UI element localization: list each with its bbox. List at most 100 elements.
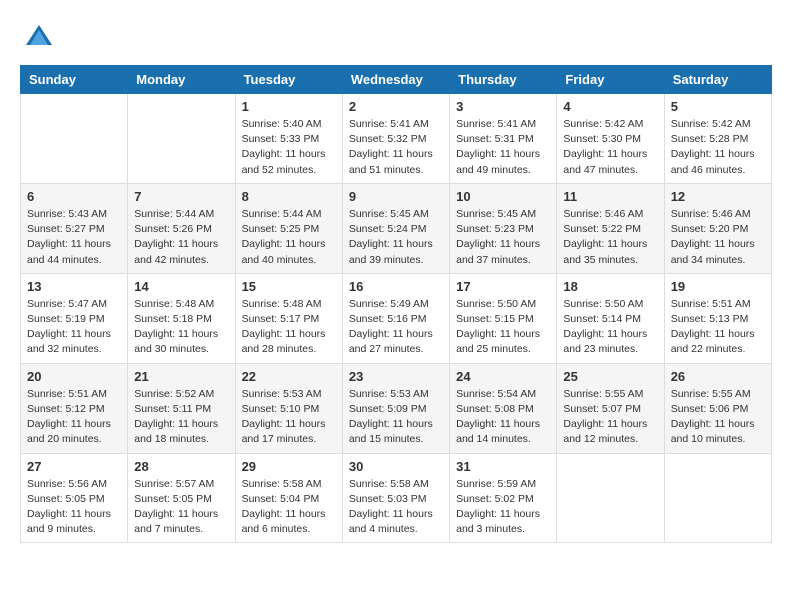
- day-number: 21: [134, 369, 228, 384]
- day-info: Sunrise: 5:55 AM Sunset: 5:07 PM Dayligh…: [563, 387, 657, 448]
- daylight-text: Daylight: 11 hours and 52 minutes.: [242, 148, 326, 175]
- day-number: 14: [134, 279, 228, 294]
- day-number: 29: [242, 459, 336, 474]
- day-number: 9: [349, 189, 443, 204]
- day-info: Sunrise: 5:41 AM Sunset: 5:32 PM Dayligh…: [349, 117, 443, 178]
- day-number: 1: [242, 99, 336, 114]
- sunset-text: Sunset: 5:09 PM: [349, 403, 427, 415]
- day-info: Sunrise: 5:45 AM Sunset: 5:23 PM Dayligh…: [456, 207, 550, 268]
- day-number: 17: [456, 279, 550, 294]
- day-number: 28: [134, 459, 228, 474]
- calendar-week-row: 1 Sunrise: 5:40 AM Sunset: 5:33 PM Dayli…: [21, 94, 772, 184]
- daylight-text: Daylight: 11 hours and 42 minutes.: [134, 238, 218, 265]
- day-number: 3: [456, 99, 550, 114]
- calendar-cell: 25 Sunrise: 5:55 AM Sunset: 5:07 PM Dayl…: [557, 363, 664, 453]
- day-info: Sunrise: 5:44 AM Sunset: 5:25 PM Dayligh…: [242, 207, 336, 268]
- sunrise-text: Sunrise: 5:45 AM: [456, 208, 536, 220]
- daylight-text: Daylight: 11 hours and 46 minutes.: [671, 148, 755, 175]
- sunset-text: Sunset: 5:12 PM: [27, 403, 105, 415]
- day-info: Sunrise: 5:58 AM Sunset: 5:03 PM Dayligh…: [349, 477, 443, 538]
- calendar-cell: 5 Sunrise: 5:42 AM Sunset: 5:28 PM Dayli…: [664, 94, 771, 184]
- sunrise-text: Sunrise: 5:51 AM: [27, 388, 107, 400]
- calendar-table: SundayMondayTuesdayWednesdayThursdayFrid…: [20, 65, 772, 543]
- day-number: 15: [242, 279, 336, 294]
- calendar-cell: 7 Sunrise: 5:44 AM Sunset: 5:26 PM Dayli…: [128, 183, 235, 273]
- sunset-text: Sunset: 5:31 PM: [456, 133, 534, 145]
- day-number: 12: [671, 189, 765, 204]
- sunset-text: Sunset: 5:03 PM: [349, 493, 427, 505]
- day-info: Sunrise: 5:53 AM Sunset: 5:09 PM Dayligh…: [349, 387, 443, 448]
- day-info: Sunrise: 5:48 AM Sunset: 5:18 PM Dayligh…: [134, 297, 228, 358]
- calendar-cell: 11 Sunrise: 5:46 AM Sunset: 5:22 PM Dayl…: [557, 183, 664, 273]
- day-info: Sunrise: 5:49 AM Sunset: 5:16 PM Dayligh…: [349, 297, 443, 358]
- day-number: 31: [456, 459, 550, 474]
- day-number: 13: [27, 279, 121, 294]
- day-info: Sunrise: 5:53 AM Sunset: 5:10 PM Dayligh…: [242, 387, 336, 448]
- day-info: Sunrise: 5:56 AM Sunset: 5:05 PM Dayligh…: [27, 477, 121, 538]
- calendar-cell: [557, 453, 664, 543]
- day-number: 26: [671, 369, 765, 384]
- day-info: Sunrise: 5:48 AM Sunset: 5:17 PM Dayligh…: [242, 297, 336, 358]
- weekday-header: Friday: [557, 66, 664, 94]
- calendar-cell: 28 Sunrise: 5:57 AM Sunset: 5:05 PM Dayl…: [128, 453, 235, 543]
- calendar-cell: 10 Sunrise: 5:45 AM Sunset: 5:23 PM Dayl…: [450, 183, 557, 273]
- day-number: 24: [456, 369, 550, 384]
- sunset-text: Sunset: 5:14 PM: [563, 313, 641, 325]
- day-info: Sunrise: 5:44 AM Sunset: 5:26 PM Dayligh…: [134, 207, 228, 268]
- day-number: 5: [671, 99, 765, 114]
- sunrise-text: Sunrise: 5:52 AM: [134, 388, 214, 400]
- calendar-cell: 16 Sunrise: 5:49 AM Sunset: 5:16 PM Dayl…: [342, 273, 449, 363]
- daylight-text: Daylight: 11 hours and 22 minutes.: [671, 328, 755, 355]
- calendar-cell: 8 Sunrise: 5:44 AM Sunset: 5:25 PM Dayli…: [235, 183, 342, 273]
- calendar-cell: [21, 94, 128, 184]
- sunrise-text: Sunrise: 5:59 AM: [456, 478, 536, 490]
- sunrise-text: Sunrise: 5:46 AM: [563, 208, 643, 220]
- calendar-cell: 22 Sunrise: 5:53 AM Sunset: 5:10 PM Dayl…: [235, 363, 342, 453]
- sunrise-text: Sunrise: 5:45 AM: [349, 208, 429, 220]
- sunset-text: Sunset: 5:04 PM: [242, 493, 320, 505]
- daylight-text: Daylight: 11 hours and 20 minutes.: [27, 418, 111, 445]
- sunrise-text: Sunrise: 5:42 AM: [563, 118, 643, 130]
- calendar-cell: 4 Sunrise: 5:42 AM Sunset: 5:30 PM Dayli…: [557, 94, 664, 184]
- calendar-cell: 14 Sunrise: 5:48 AM Sunset: 5:18 PM Dayl…: [128, 273, 235, 363]
- sunrise-text: Sunrise: 5:48 AM: [242, 298, 322, 310]
- sunrise-text: Sunrise: 5:41 AM: [456, 118, 536, 130]
- daylight-text: Daylight: 11 hours and 15 minutes.: [349, 418, 433, 445]
- day-number: 6: [27, 189, 121, 204]
- daylight-text: Daylight: 11 hours and 32 minutes.: [27, 328, 111, 355]
- sunset-text: Sunset: 5:07 PM: [563, 403, 641, 415]
- weekday-header: Thursday: [450, 66, 557, 94]
- day-number: 7: [134, 189, 228, 204]
- day-info: Sunrise: 5:57 AM Sunset: 5:05 PM Dayligh…: [134, 477, 228, 538]
- weekday-header: Saturday: [664, 66, 771, 94]
- sunrise-text: Sunrise: 5:40 AM: [242, 118, 322, 130]
- day-number: 2: [349, 99, 443, 114]
- day-info: Sunrise: 5:41 AM Sunset: 5:31 PM Dayligh…: [456, 117, 550, 178]
- sunrise-text: Sunrise: 5:57 AM: [134, 478, 214, 490]
- day-number: 25: [563, 369, 657, 384]
- weekday-header: Sunday: [21, 66, 128, 94]
- sunrise-text: Sunrise: 5:55 AM: [563, 388, 643, 400]
- sunset-text: Sunset: 5:28 PM: [671, 133, 749, 145]
- day-number: 27: [27, 459, 121, 474]
- weekday-header: Monday: [128, 66, 235, 94]
- calendar-cell: 24 Sunrise: 5:54 AM Sunset: 5:08 PM Dayl…: [450, 363, 557, 453]
- sunset-text: Sunset: 5:27 PM: [27, 223, 105, 235]
- daylight-text: Daylight: 11 hours and 10 minutes.: [671, 418, 755, 445]
- day-number: 8: [242, 189, 336, 204]
- sunset-text: Sunset: 5:10 PM: [242, 403, 320, 415]
- sunset-text: Sunset: 5:15 PM: [456, 313, 534, 325]
- calendar-cell: 3 Sunrise: 5:41 AM Sunset: 5:31 PM Dayli…: [450, 94, 557, 184]
- day-info: Sunrise: 5:42 AM Sunset: 5:30 PM Dayligh…: [563, 117, 657, 178]
- logo: [20, 20, 54, 55]
- daylight-text: Daylight: 11 hours and 4 minutes.: [349, 508, 433, 535]
- daylight-text: Daylight: 11 hours and 25 minutes.: [456, 328, 540, 355]
- day-info: Sunrise: 5:52 AM Sunset: 5:11 PM Dayligh…: [134, 387, 228, 448]
- calendar-cell: 23 Sunrise: 5:53 AM Sunset: 5:09 PM Dayl…: [342, 363, 449, 453]
- daylight-text: Daylight: 11 hours and 34 minutes.: [671, 238, 755, 265]
- calendar-cell: 13 Sunrise: 5:47 AM Sunset: 5:19 PM Dayl…: [21, 273, 128, 363]
- sunrise-text: Sunrise: 5:54 AM: [456, 388, 536, 400]
- day-info: Sunrise: 5:46 AM Sunset: 5:22 PM Dayligh…: [563, 207, 657, 268]
- sunset-text: Sunset: 5:19 PM: [27, 313, 105, 325]
- sunrise-text: Sunrise: 5:55 AM: [671, 388, 751, 400]
